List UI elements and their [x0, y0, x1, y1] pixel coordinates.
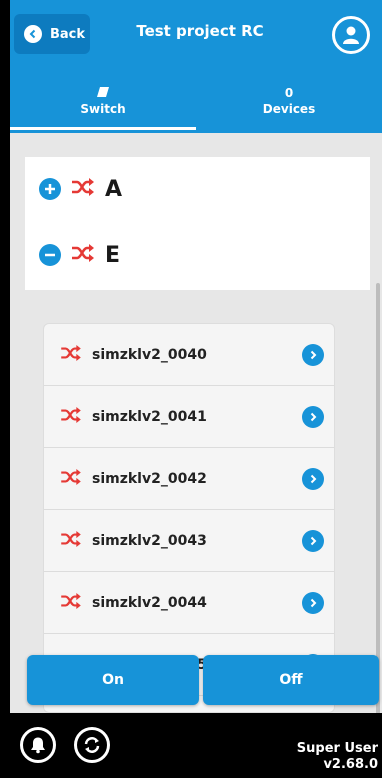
- list-item[interactable]: simzklv2_0044: [44, 572, 334, 634]
- list-item[interactable]: simzklv2_0040: [44, 324, 334, 386]
- header: Back Test project RC: [10, 0, 382, 70]
- minus-circle-icon[interactable]: [39, 244, 61, 266]
- footer-user-info: Super User v2.68.0: [297, 741, 378, 773]
- device-name: simzklv2_0041: [92, 408, 207, 425]
- user-icon: [343, 26, 359, 44]
- user-avatar-button[interactable]: [332, 16, 370, 54]
- chevron-right-circle-icon[interactable]: [302, 344, 324, 366]
- device-name: simzklv2_0040: [92, 346, 207, 363]
- chevron-right-circle-icon[interactable]: [302, 468, 324, 490]
- user-name: Super User: [296, 741, 378, 756]
- chevron-right-circle-icon[interactable]: [302, 592, 324, 614]
- tab-devices[interactable]: 0 Devices: [196, 70, 382, 130]
- back-label: Back: [50, 26, 86, 42]
- list-item[interactable]: simzklv2_0043: [44, 510, 334, 572]
- refresh-icon[interactable]: [74, 727, 110, 763]
- chevron-right-circle-icon[interactable]: [302, 530, 324, 552]
- group-letter: A: [105, 176, 123, 202]
- main-content: A E simzklv2_0040 simzklv2_0041 simzklv2…: [10, 133, 382, 753]
- switch-tab-icon: [97, 84, 109, 102]
- shuffle-icon: [60, 344, 82, 365]
- device-name: simzklv2_0044: [92, 594, 207, 611]
- device-name: simzklv2_0043: [92, 532, 207, 549]
- devices-count-badge: 0: [284, 86, 294, 100]
- page-title: Test project RC: [136, 22, 264, 40]
- device-name: simzklv2_0042: [92, 470, 207, 487]
- chevron-right-circle-icon[interactable]: [302, 406, 324, 428]
- shuffle-icon: [60, 592, 82, 613]
- tab-bar: Switch 0 Devices: [10, 70, 382, 130]
- shuffle-icon: [71, 178, 95, 200]
- group-row-a[interactable]: A: [39, 169, 122, 209]
- app-version: v2.68.0: [323, 757, 378, 772]
- shuffle-icon: [60, 530, 82, 551]
- tab-switch-label: Switch: [80, 102, 126, 116]
- bell-icon[interactable]: [20, 727, 56, 763]
- plus-circle-icon[interactable]: [39, 178, 61, 200]
- back-button[interactable]: Back: [14, 14, 90, 54]
- shuffle-icon: [71, 244, 95, 266]
- app-frame: Back Test project RC Switch 0 Devices A …: [0, 0, 382, 778]
- footer: Super User v2.68.0: [0, 713, 382, 778]
- list-item[interactable]: simzklv2_0041: [44, 386, 334, 448]
- group-card: A E: [25, 157, 370, 290]
- shuffle-icon: [60, 406, 82, 427]
- group-letter: E: [105, 242, 121, 268]
- off-button[interactable]: Off: [203, 655, 379, 705]
- app-window: Back Test project RC Switch 0 Devices A …: [10, 0, 382, 778]
- shuffle-icon: [60, 468, 82, 489]
- tab-devices-label: Devices: [262, 102, 316, 116]
- chevron-left-icon: [24, 25, 42, 43]
- on-button[interactable]: On: [27, 655, 199, 705]
- tab-switch[interactable]: Switch: [10, 70, 196, 130]
- list-item[interactable]: simzklv2_0042: [44, 448, 334, 510]
- group-row-e[interactable]: E: [39, 235, 120, 275]
